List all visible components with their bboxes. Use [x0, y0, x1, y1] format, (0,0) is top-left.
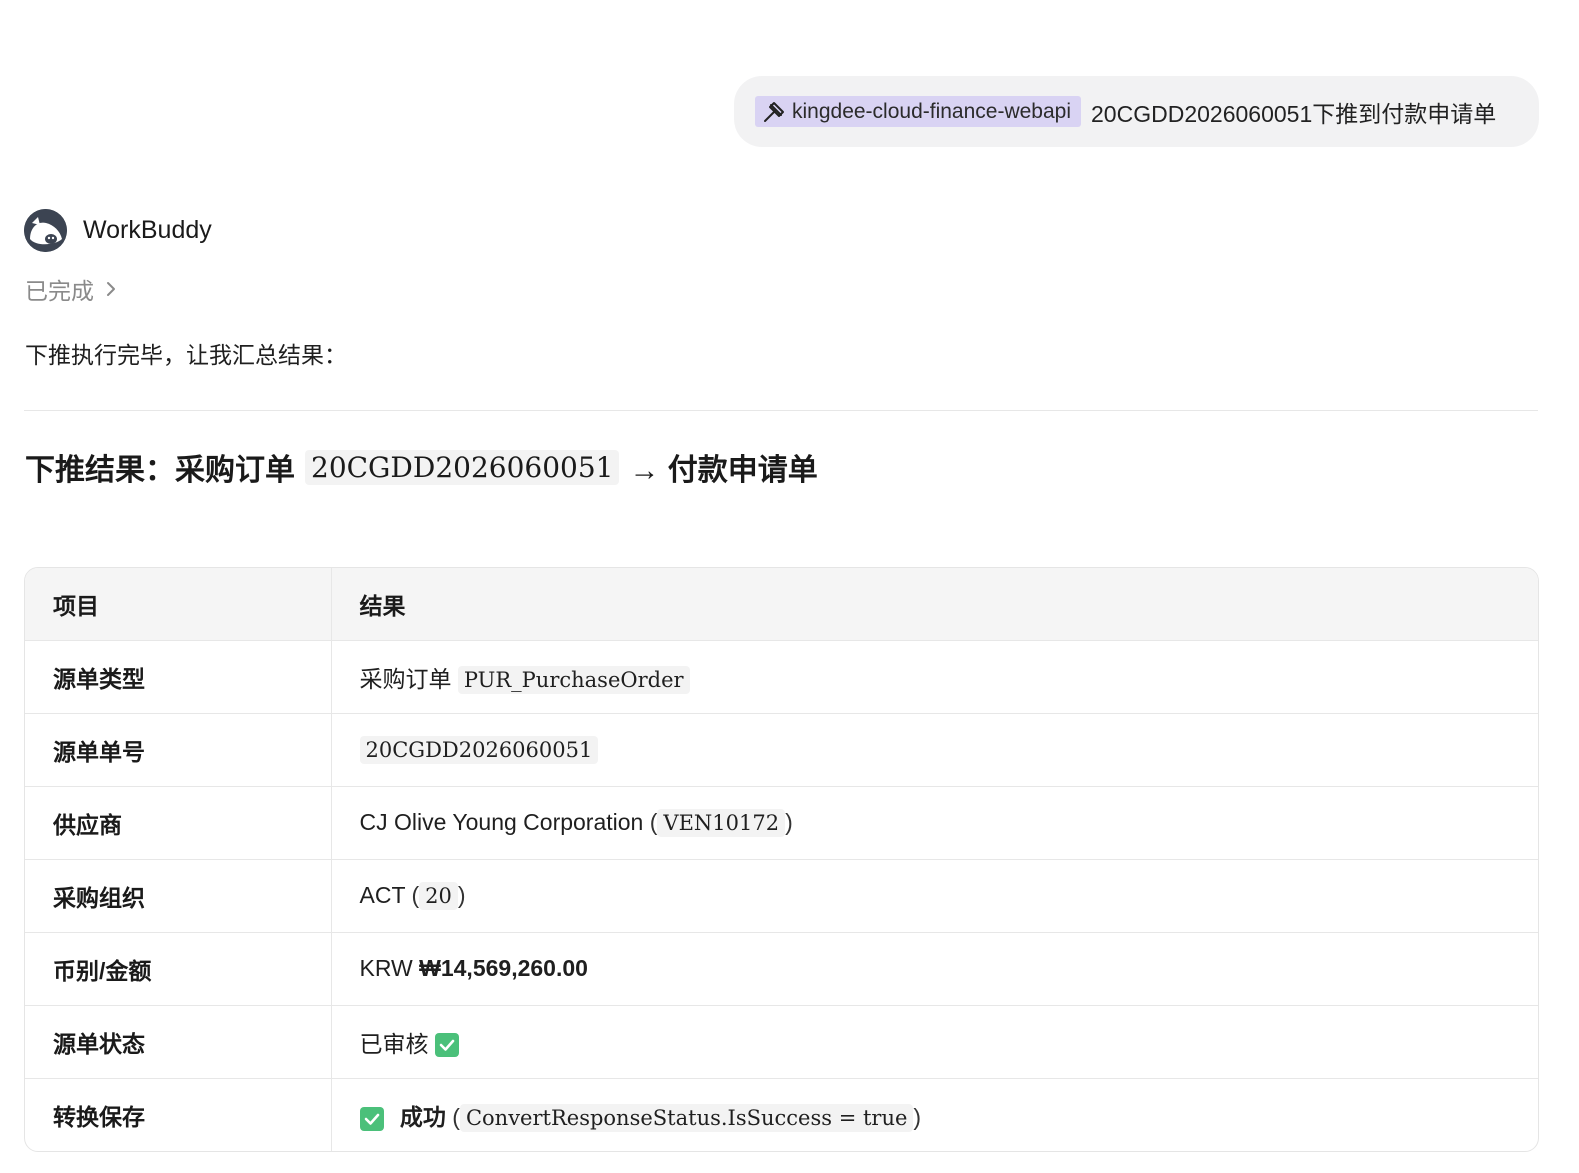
row-label: 供应商 — [25, 786, 332, 860]
header-item: 项目 — [25, 568, 332, 641]
row-label: 币别/金额 — [25, 932, 332, 1006]
user-message-bubble: kingdee-cloud-finance-webapi 20CGDD20260… — [734, 76, 1539, 147]
chevron-right-icon — [107, 282, 115, 296]
row-label: 转换保存 — [25, 1078, 332, 1151]
table-row: 源单单号 20CGDD2026060051 — [25, 713, 1538, 787]
table-row: 源单类型 采购订单 PUR_PurchaseOrder — [25, 640, 1538, 714]
result-heading-suffix: → 付款申请单 — [629, 454, 818, 487]
result-order-no: 20CGDD2026060051 — [305, 449, 620, 485]
table-row: 采购组织 ACT (20) — [25, 859, 1538, 933]
user-message-text: 20CGDD2026060051下推到付款申请单 — [1091, 100, 1497, 127]
skill-chip[interactable]: kingdee-cloud-finance-webapi — [755, 96, 1082, 127]
result-heading-prefix: 下推结果：采购订单 — [25, 454, 295, 487]
row-value: 成功 (ConvertResponseStatus.IsSuccess = tr… — [331, 1078, 1538, 1151]
source-no-code: 20CGDD2026060051 — [359, 736, 599, 764]
tool-icon — [764, 101, 784, 122]
assistant-avatar — [24, 209, 67, 252]
currency-code: KRW — [359, 955, 413, 981]
result-heading: 下推结果：采购订单 20CGDD2026060051 → 付款申请单 — [25, 445, 818, 489]
assistant-intro-text: 下推执行完毕，让我汇总结果： — [25, 342, 347, 368]
row-value: CJ Olive Young Corporation (VEN10172) — [331, 786, 1538, 860]
table-row: 币别/金额 KRW ₩14,569,260.00 — [25, 932, 1538, 1006]
result-table: 项目 结果 源单类型 采购订单 PUR_PurchaseOrder 源单单号 2… — [24, 567, 1539, 1152]
assistant-name: WorkBuddy — [83, 216, 212, 244]
check-mark-icon — [359, 1106, 384, 1131]
purchase-org-code: 20 — [419, 882, 458, 910]
table-header-row: 项目 结果 — [25, 568, 1538, 641]
row-value: 已审核 — [331, 1005, 1538, 1079]
convert-status-code: ConvertResponseStatus.IsSuccess = true — [459, 1103, 914, 1132]
row-value: 采购订单 PUR_PurchaseOrder — [331, 640, 1538, 714]
table-row: 转换保存 成功 (ConvertResponseStatus.IsSuccess… — [25, 1078, 1538, 1151]
source-status-value: 已审核 — [359, 1030, 429, 1057]
task-status-label: 已完成 — [25, 278, 94, 304]
task-status-toggle[interactable]: 已完成 — [25, 272, 118, 306]
purchase-org-name: ACT — [359, 882, 406, 908]
table-row: 供应商 CJ Olive Young Corporation (VEN10172… — [25, 786, 1538, 860]
table-row: 源单状态 已审核 — [25, 1005, 1538, 1079]
source-type-code: PUR_PurchaseOrder — [457, 665, 690, 694]
row-value: ACT (20) — [331, 859, 1538, 933]
row-label: 源单状态 — [25, 1005, 332, 1079]
assistant-header: WorkBuddy — [24, 209, 212, 252]
skill-chip-label: kingdee-cloud-finance-webapi — [792, 99, 1072, 123]
row-label: 采购组织 — [25, 859, 332, 933]
row-label: 源单单号 — [25, 713, 332, 787]
row-label: 源单类型 — [25, 640, 332, 714]
row-value: 20CGDD2026060051 — [331, 713, 1538, 787]
row-value: KRW ₩14,569,260.00 — [331, 932, 1538, 1006]
check-mark-icon — [434, 1033, 459, 1058]
supplier-name: CJ Olive Young Corporation — [359, 809, 644, 835]
supplier-code: VEN10172 — [657, 809, 786, 837]
amount-value: ₩14,569,260.00 — [419, 955, 588, 981]
divider — [24, 410, 1538, 411]
header-result: 结果 — [331, 568, 1538, 641]
source-type-name: 采购订单 — [359, 665, 452, 692]
convert-status-label: 成功 — [399, 1103, 446, 1130]
